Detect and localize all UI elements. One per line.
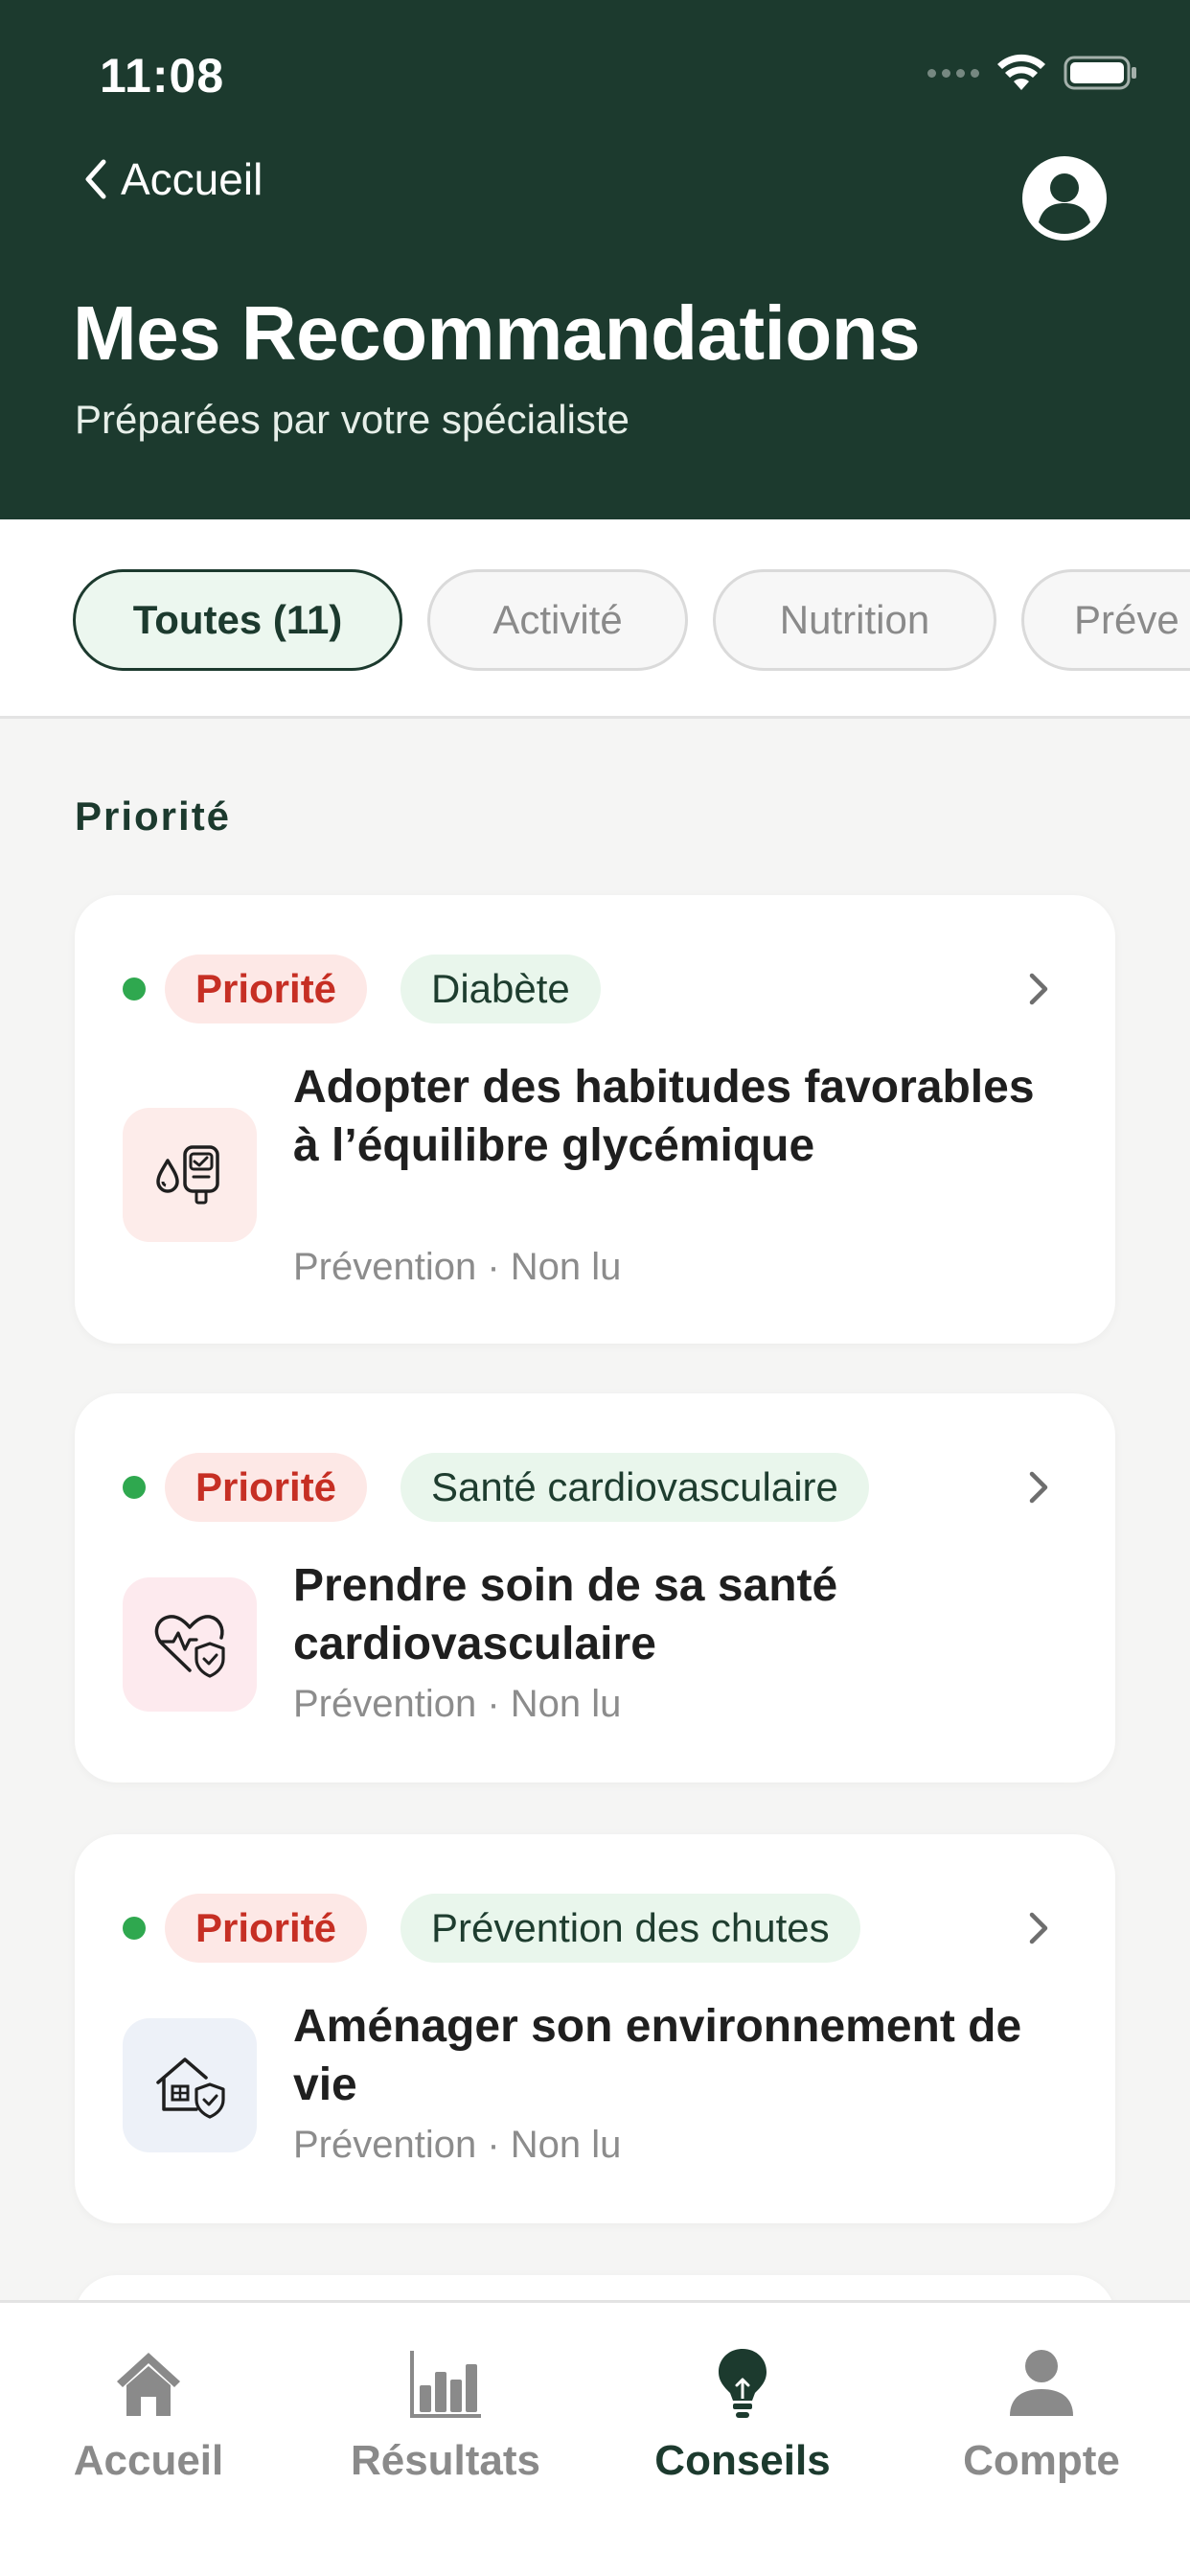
- card-meta: Prévention · Non lu: [293, 2124, 622, 2166]
- filter-bar: Toutes (11) Activité Nutrition Préve: [0, 519, 1190, 719]
- recommendation-card[interactable]: Priorité Santé cardiovasculaire Prendre …: [75, 1393, 1115, 1782]
- unread-dot: [123, 1917, 146, 1940]
- profile-avatar-icon[interactable]: [1021, 155, 1108, 242]
- filter-chip-activity[interactable]: Activité: [427, 569, 688, 671]
- card-meta: Prévention · Non lu: [293, 1246, 622, 1288]
- status-icons: [927, 54, 1138, 92]
- wifi-icon: [997, 54, 1045, 90]
- cellular-signal-icon: [927, 68, 979, 78]
- lightbulb-icon: [719, 2349, 767, 2418]
- back-label: Accueil: [121, 154, 263, 204]
- chevron-right-icon: [1029, 1471, 1048, 1504]
- nav-item-account[interactable]: Compte: [898, 2341, 1185, 2485]
- status-time: 11:08: [100, 49, 225, 103]
- card-meta: Prévention · Non lu: [293, 1683, 622, 1725]
- chevron-right-icon: [1029, 1912, 1048, 1944]
- nav-label-advice: Conseils: [654, 2437, 831, 2484]
- filter-chip-all[interactable]: Toutes (11): [73, 569, 402, 671]
- unread-dot: [123, 1476, 146, 1499]
- nav-label-home: Accueil: [73, 2437, 224, 2484]
- card-title: Adopter des habitudes favorables à l’équ…: [293, 1062, 1035, 1171]
- back-button[interactable]: Accueil: [82, 153, 263, 205]
- unread-dot: [123, 978, 146, 1000]
- chevron-right-icon: [1029, 973, 1048, 1005]
- app-header: 11:08 Accueil Mes Recommandations Prépar…: [0, 0, 1190, 519]
- filter-chip-prevention[interactable]: Préve: [1021, 569, 1190, 671]
- glucose-meter-icon: [123, 1108, 257, 1242]
- chevron-left-icon: [85, 159, 106, 199]
- card-title: Prendre soin de sa santé cardiovasculair…: [293, 1560, 838, 1669]
- topic-badge: Santé cardiovasculaire: [400, 1453, 869, 1522]
- nav-label-account: Compte: [963, 2437, 1120, 2484]
- nav-item-advice[interactable]: Conseils: [599, 2341, 886, 2485]
- nav-item-results[interactable]: Résultats: [302, 2341, 589, 2485]
- priority-badge: Priorité: [165, 1894, 368, 1963]
- section-title: Priorité: [75, 794, 232, 839]
- topic-badge: Diabète: [400, 954, 601, 1024]
- recommendation-card[interactable]: Priorité Prévention des chutes Aménager …: [75, 1834, 1115, 2223]
- priority-badge: Priorité: [165, 954, 368, 1024]
- page-title: Mes Recommandations: [73, 290, 921, 376]
- bar-chart-icon: [410, 2351, 481, 2418]
- filter-chip-nutrition[interactable]: Nutrition: [713, 569, 996, 671]
- card-title: Aménager son environnement de vie: [293, 2001, 1022, 2110]
- home-icon: [117, 2353, 180, 2416]
- nav-label-results: Résultats: [350, 2437, 541, 2484]
- page-subtitle: Préparées par votre spécialiste: [75, 397, 629, 442]
- house-shield-icon: [123, 2018, 257, 2152]
- topic-badge: Prévention des chutes: [400, 1894, 860, 1963]
- battery-icon: [1064, 56, 1136, 90]
- priority-badge: Priorité: [165, 1453, 368, 1522]
- bottom-navigation: Accueil Résultats Conseils Compte: [0, 2300, 1190, 2576]
- nav-item-home[interactable]: Accueil: [5, 2341, 292, 2485]
- recommendation-card[interactable]: Priorité Diabète Adopter des habitudes f…: [75, 895, 1115, 1344]
- person-icon: [1010, 2350, 1073, 2416]
- heart-shield-icon: [123, 1577, 257, 1712]
